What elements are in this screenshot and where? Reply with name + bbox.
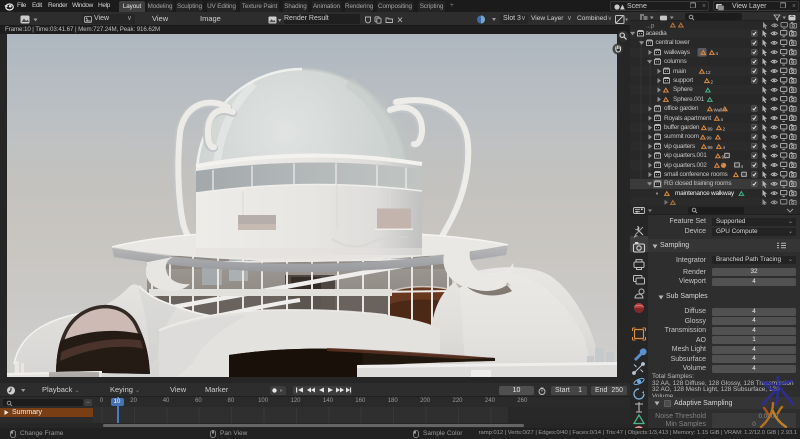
- svg-text:99: 99: [708, 126, 714, 131]
- svg-text:12: 12: [706, 70, 712, 75]
- svg-text:2: 2: [711, 79, 714, 84]
- svg-text:4: 4: [723, 145, 726, 150]
- svg-text:99: 99: [707, 136, 713, 141]
- svg-text:4: 4: [716, 51, 719, 56]
- svg-text:...p: ...p: [646, 24, 655, 30]
- svg-text:2: 2: [723, 126, 726, 131]
- svg-text:4: 4: [741, 164, 744, 169]
- svg-text:4: 4: [721, 117, 724, 122]
- svg-text:99: 99: [708, 145, 714, 150]
